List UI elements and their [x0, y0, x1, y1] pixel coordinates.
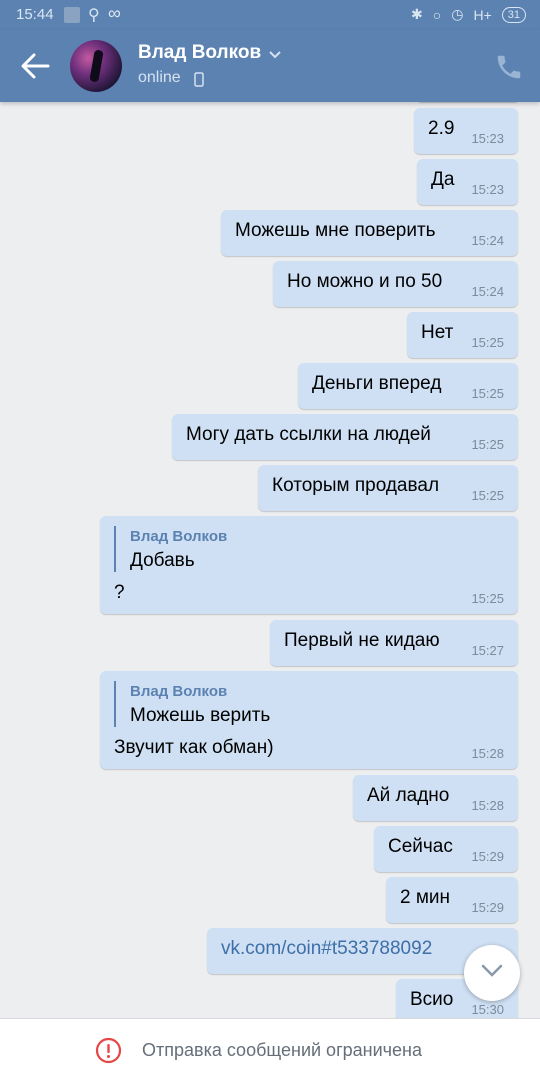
message-time: 15:29 — [471, 900, 504, 915]
message-time: 15:25 — [471, 437, 504, 452]
message-bubble[interactable]: 2 мин 15:29 — [386, 877, 518, 923]
message-text: Деньги вперед — [312, 373, 442, 394]
message-bubble[interactable]: Деньги вперед 15:25 — [298, 363, 518, 409]
message-time: 15:25 — [471, 335, 504, 350]
chevron-down-icon — [481, 964, 503, 977]
reply-message-bubble[interactable]: Влад Волков Добавь ? 15:25 — [100, 516, 518, 614]
message-bubble[interactable]: Которым продавал 15:25 — [258, 465, 518, 511]
message-text: Нет — [421, 322, 454, 343]
message-time: 15:24 — [471, 233, 504, 248]
message-text: Всио — [410, 989, 454, 1010]
message-text: Сейчас — [388, 836, 453, 857]
message-time: 15:27 — [471, 643, 504, 658]
search-status-icon: ⚲ — [88, 7, 100, 24]
quote-author: Влад Волков — [130, 683, 228, 700]
message-time: 15:23 — [471, 131, 504, 146]
message-time: 15:24 — [471, 284, 504, 299]
message-bubble[interactable]: Можешь мне поверить 15:24 — [221, 210, 518, 256]
message-time: 15:25 — [471, 488, 504, 503]
quote-author: Влад Волков — [130, 528, 228, 545]
message-bubble[interactable]: 2.9 15:23 — [414, 108, 518, 154]
message-bubble[interactable]: Да 15:23 — [417, 159, 518, 205]
coin-link[interactable]: vk.com/coin#t533788092 — [221, 938, 432, 960]
message-bubble[interactable]: Нет 15:25 — [407, 312, 518, 358]
quote-bar — [114, 526, 116, 572]
message-text: Могу дать ссылки на людей — [186, 424, 431, 445]
battery-icon: 31 — [501, 6, 526, 23]
message-time: 15:23 — [471, 182, 504, 197]
message-list[interactable]: 2.9 15:23 Да 15:23 Можешь мне поверить 1… — [0, 102, 540, 1018]
message-text: Ай ладно — [367, 785, 450, 806]
arrow-left-icon[interactable] — [20, 52, 50, 80]
notification-app-icon — [64, 7, 80, 23]
message-text: Но можно и по 50 — [287, 271, 443, 292]
message-bubble[interactable]: Но можно и по 50 15:24 — [273, 261, 518, 307]
scroll-down-button[interactable] — [464, 945, 520, 1001]
message-text: Можешь мне поверить — [235, 220, 436, 241]
message-text: Которым продавал — [272, 475, 440, 496]
status-time: 15:44 — [16, 6, 54, 23]
alarm-icon: ◷ — [451, 6, 464, 22]
message-text: 2 мин — [400, 887, 451, 908]
message-time: 15:28 — [471, 746, 504, 761]
avatar[interactable] — [70, 40, 122, 92]
restriction-bar: Отправка сообщений ограничена — [0, 1018, 540, 1081]
message-time: 15:25 — [471, 591, 504, 606]
status-icons: ✱ ○ ◷ H+ 31 — [411, 6, 526, 23]
message-time: 15:25 — [471, 386, 504, 401]
message-text: Звучит как обман) — [114, 737, 274, 758]
infinity-status-icon: ∞ — [108, 3, 121, 23]
quote-text: Можешь верить — [130, 705, 271, 726]
online-status: online — [138, 69, 181, 86]
exclamation-circle-icon — [95, 1037, 122, 1064]
reply-message-bubble[interactable]: Влад Волков Можешь верить Звучит как обм… — [100, 671, 518, 769]
chat-header: Влад Волков online — [0, 30, 540, 102]
message-bubble[interactable]: Первый не кидаю 15:27 — [270, 620, 518, 666]
restriction-message: Отправка сообщений ограничена — [142, 1040, 422, 1060]
quote-text: Добавь — [130, 550, 195, 571]
mute-bell-icon: ○ — [432, 6, 442, 23]
message-text: Первый не кидаю — [284, 630, 440, 651]
phone-icon[interactable] — [494, 52, 524, 82]
message-bubble[interactable]: Сейчас 15:29 — [374, 826, 518, 872]
message-bubble[interactable]: Могу дать ссылки на людей 15:25 — [172, 414, 518, 460]
message-text: ? — [114, 582, 125, 603]
message-time: 15:28 — [471, 798, 504, 813]
bluetooth-icon: ✱ — [411, 6, 423, 22]
message-time: 15:29 — [471, 849, 504, 864]
message-time: 15:30 — [471, 1002, 504, 1017]
quote-bar — [114, 681, 116, 727]
status-bar: 15:44 ⚲ ∞ ✱ ○ ◷ H+ 31 — [0, 0, 540, 30]
message-bubble[interactable]: Ай ладно 15:28 — [353, 775, 518, 821]
network-type: H+ — [473, 6, 492, 23]
mobile-device-icon — [194, 72, 204, 87]
contact-name[interactable]: Влад Волков — [138, 42, 261, 64]
message-text: Да — [431, 169, 455, 190]
message-text: 2.9 — [428, 118, 455, 139]
chevron-down-icon[interactable] — [268, 50, 282, 60]
